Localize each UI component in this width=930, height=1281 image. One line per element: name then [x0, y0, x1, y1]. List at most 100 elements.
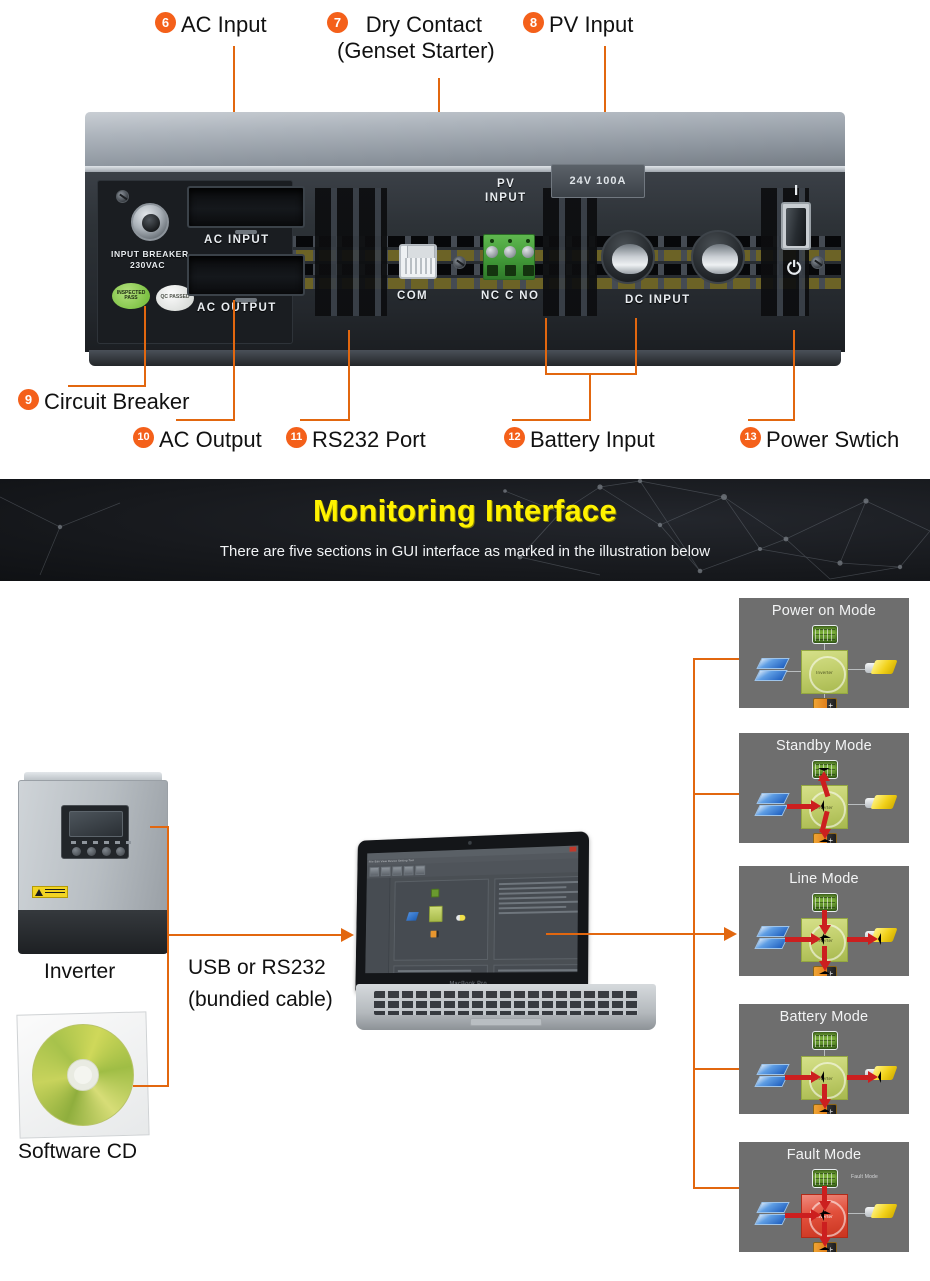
leader-line-12h2 [512, 419, 591, 421]
callout-label-8: PV Input [549, 12, 634, 37]
input-breaker-label-line1: INPUT BREAKER [111, 249, 189, 259]
warning-triangle-icon [35, 888, 43, 896]
bus-branch-line [693, 933, 727, 935]
caution-text-bars [45, 889, 65, 895]
leader-line-12b [635, 318, 637, 374]
pv-rating-sticker: 24V 100A [551, 164, 645, 198]
leader-line-10h [176, 419, 235, 421]
gui-sidebar[interactable] [365, 877, 391, 974]
callout-label-6: AC Input [181, 12, 267, 37]
mode-card-battery: Battery Mode Inverter [739, 1004, 909, 1114]
inverter-button[interactable] [102, 847, 111, 856]
toolbar-icon[interactable] [380, 866, 391, 877]
gui-flow-diagram [394, 880, 487, 960]
leader-line-13h [748, 419, 795, 421]
callout-label-10: AC Output [159, 427, 262, 452]
monitoring-interface-banner: Monitoring Interface There are five sect… [0, 479, 930, 581]
ac-output-label: AC OUTPUT [197, 302, 277, 314]
inverter-button[interactable] [87, 847, 96, 856]
inverter-button[interactable] [116, 847, 125, 856]
grid-icon [812, 1031, 838, 1050]
laptop-to-bus-line [546, 933, 696, 935]
laptop-keyboard[interactable] [374, 991, 638, 1016]
dry-contact-terminal[interactable] [483, 234, 535, 280]
toolbar-icon[interactable] [403, 865, 414, 876]
solar-panel-icon [754, 793, 790, 817]
toolbar-icon[interactable] [369, 866, 380, 877]
mode-stage: Inverter [739, 892, 909, 976]
solar-panel-icon [754, 1064, 790, 1088]
mode-title: Line Mode [789, 871, 859, 887]
ac-output-port[interactable] [187, 254, 305, 296]
callout-badge-9: 9 [18, 389, 39, 410]
power-switch[interactable] [781, 202, 811, 250]
flow-arrow-battery [819, 961, 831, 974]
com-rj45-port[interactable] [399, 244, 437, 279]
input-breaker-label-line2: 230VAC [130, 260, 166, 270]
battery-input-terminal-positive[interactable] [601, 230, 655, 284]
monitoring-diagram-section: Inverter Software CD USB or RS232 (bundi… [0, 581, 930, 1281]
software-cd-illustration [16, 1011, 150, 1139]
leader-line-12a [545, 318, 547, 374]
flow-arrow-pv [811, 800, 824, 812]
mode-card-line: Line Mode Inverter [739, 866, 909, 976]
mode-title: Power on Mode [771, 603, 877, 619]
inverter-body [18, 780, 168, 912]
inverter-icon-label: Inverter [816, 670, 833, 675]
plate-screw [453, 256, 466, 269]
bus-branch-battery [693, 1068, 739, 1070]
terminal-hole [487, 265, 498, 276]
circuit-breaker-knob[interactable] [131, 203, 169, 241]
leader-line-9 [144, 306, 146, 386]
laptop-lid: File Edit View Device Setting Tool [355, 831, 590, 992]
laptop-camera [468, 840, 472, 845]
flow-arrow-grid [818, 768, 830, 781]
callout-8-pv-input: 8 PV Input [523, 12, 633, 38]
gui-load-icon [456, 914, 466, 921]
callout-badge-11: 11 [286, 427, 307, 448]
callout-label-12: Battery Input [530, 427, 655, 452]
battery-input-terminal-negative[interactable] [691, 230, 745, 284]
mode-stage: Inverter [739, 624, 909, 708]
terminal-dot [526, 239, 530, 243]
software-cd-label: Software CD [18, 1140, 138, 1163]
laptop-base [356, 984, 656, 1030]
toolbar-icon[interactable] [415, 865, 426, 876]
solar-panel-icon [754, 1202, 790, 1226]
leader-line-12c [589, 373, 591, 419]
callout-label-7: Dry Contact [365, 12, 482, 37]
terminal-dot [508, 239, 512, 243]
gui-inverter-icon [428, 905, 443, 923]
inverter-label: Inverter [44, 960, 116, 983]
gui-battery-icon [430, 930, 439, 938]
caution-label [32, 886, 68, 898]
gui-data-rows [397, 969, 483, 974]
cd-disc [32, 1024, 134, 1126]
flow-pv-to-inverter [787, 804, 813, 809]
mode-stage: Fault Mode Inverter [739, 1168, 909, 1252]
chassis-screw [811, 256, 824, 269]
inverter-illustration [18, 772, 168, 958]
mode-card-power-on: Power on Mode Inverter [739, 598, 909, 708]
laptop-trackpad[interactable] [470, 1018, 542, 1026]
gui-close-icon[interactable] [569, 846, 577, 852]
callout-badge-6: 6 [155, 12, 176, 33]
inverter-button[interactable] [72, 847, 81, 856]
toolbar-icon[interactable] [392, 866, 403, 876]
inverter-lcd-screen [69, 811, 123, 837]
ac-input-port[interactable] [187, 186, 305, 228]
terminal-dot [490, 239, 494, 243]
dry-contact-label: NC C NO [481, 290, 540, 302]
chassis-face: INPUT BREAKER 230VAC INSPECTED PASS QC P… [85, 164, 845, 352]
ac-input-label: AC INPUT [204, 234, 270, 246]
callout-6-ac-input: 6 AC Input [155, 12, 267, 38]
vent-band [315, 188, 387, 316]
callout-badge-13: 13 [740, 427, 761, 448]
leader-line-12h [545, 373, 637, 375]
callout-12-battery-input: 12 Battery Input [504, 427, 655, 453]
flow-arrow-load [868, 933, 881, 945]
callout-badge-7: 7 [327, 12, 348, 33]
inverter-base [18, 910, 168, 954]
mode-title: Standby Mode [776, 738, 872, 754]
laptop-illustration: File Edit View Device Setting Tool [336, 830, 676, 1030]
